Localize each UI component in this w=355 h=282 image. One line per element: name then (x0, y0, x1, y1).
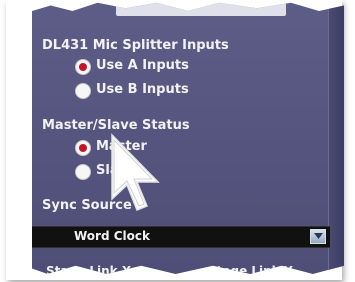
sync-source-dropdown[interactable]: Word Clock (32, 226, 330, 248)
splitter-section-title: DL431 Mic Splitter Inputs (42, 38, 229, 53)
use-b-inputs-label[interactable]: Use B Inputs (96, 82, 189, 97)
top-partial-control (116, 2, 286, 16)
panel-scroll-edge (328, 2, 344, 274)
use-a-inputs-radio[interactable] (75, 59, 91, 75)
sync-source-value[interactable]: Word Clock (74, 229, 150, 243)
master-radio[interactable] (75, 140, 91, 156)
stage-link-x-label: Stage Link X (46, 264, 132, 274)
chevron-down-icon[interactable] (310, 229, 326, 244)
slave-radio[interactable] (75, 164, 91, 180)
screenshot-frame: DL431 Mic Splitter Inputs Use A Inputs U… (6, 0, 344, 280)
use-b-inputs-radio[interactable] (75, 83, 91, 99)
use-a-inputs-label[interactable]: Use A Inputs (96, 58, 189, 73)
settings-panel: DL431 Mic Splitter Inputs Use A Inputs U… (32, 2, 344, 274)
hand-cursor-icon (111, 133, 160, 211)
stage-link-y-label: Stage Link Y (208, 264, 293, 274)
